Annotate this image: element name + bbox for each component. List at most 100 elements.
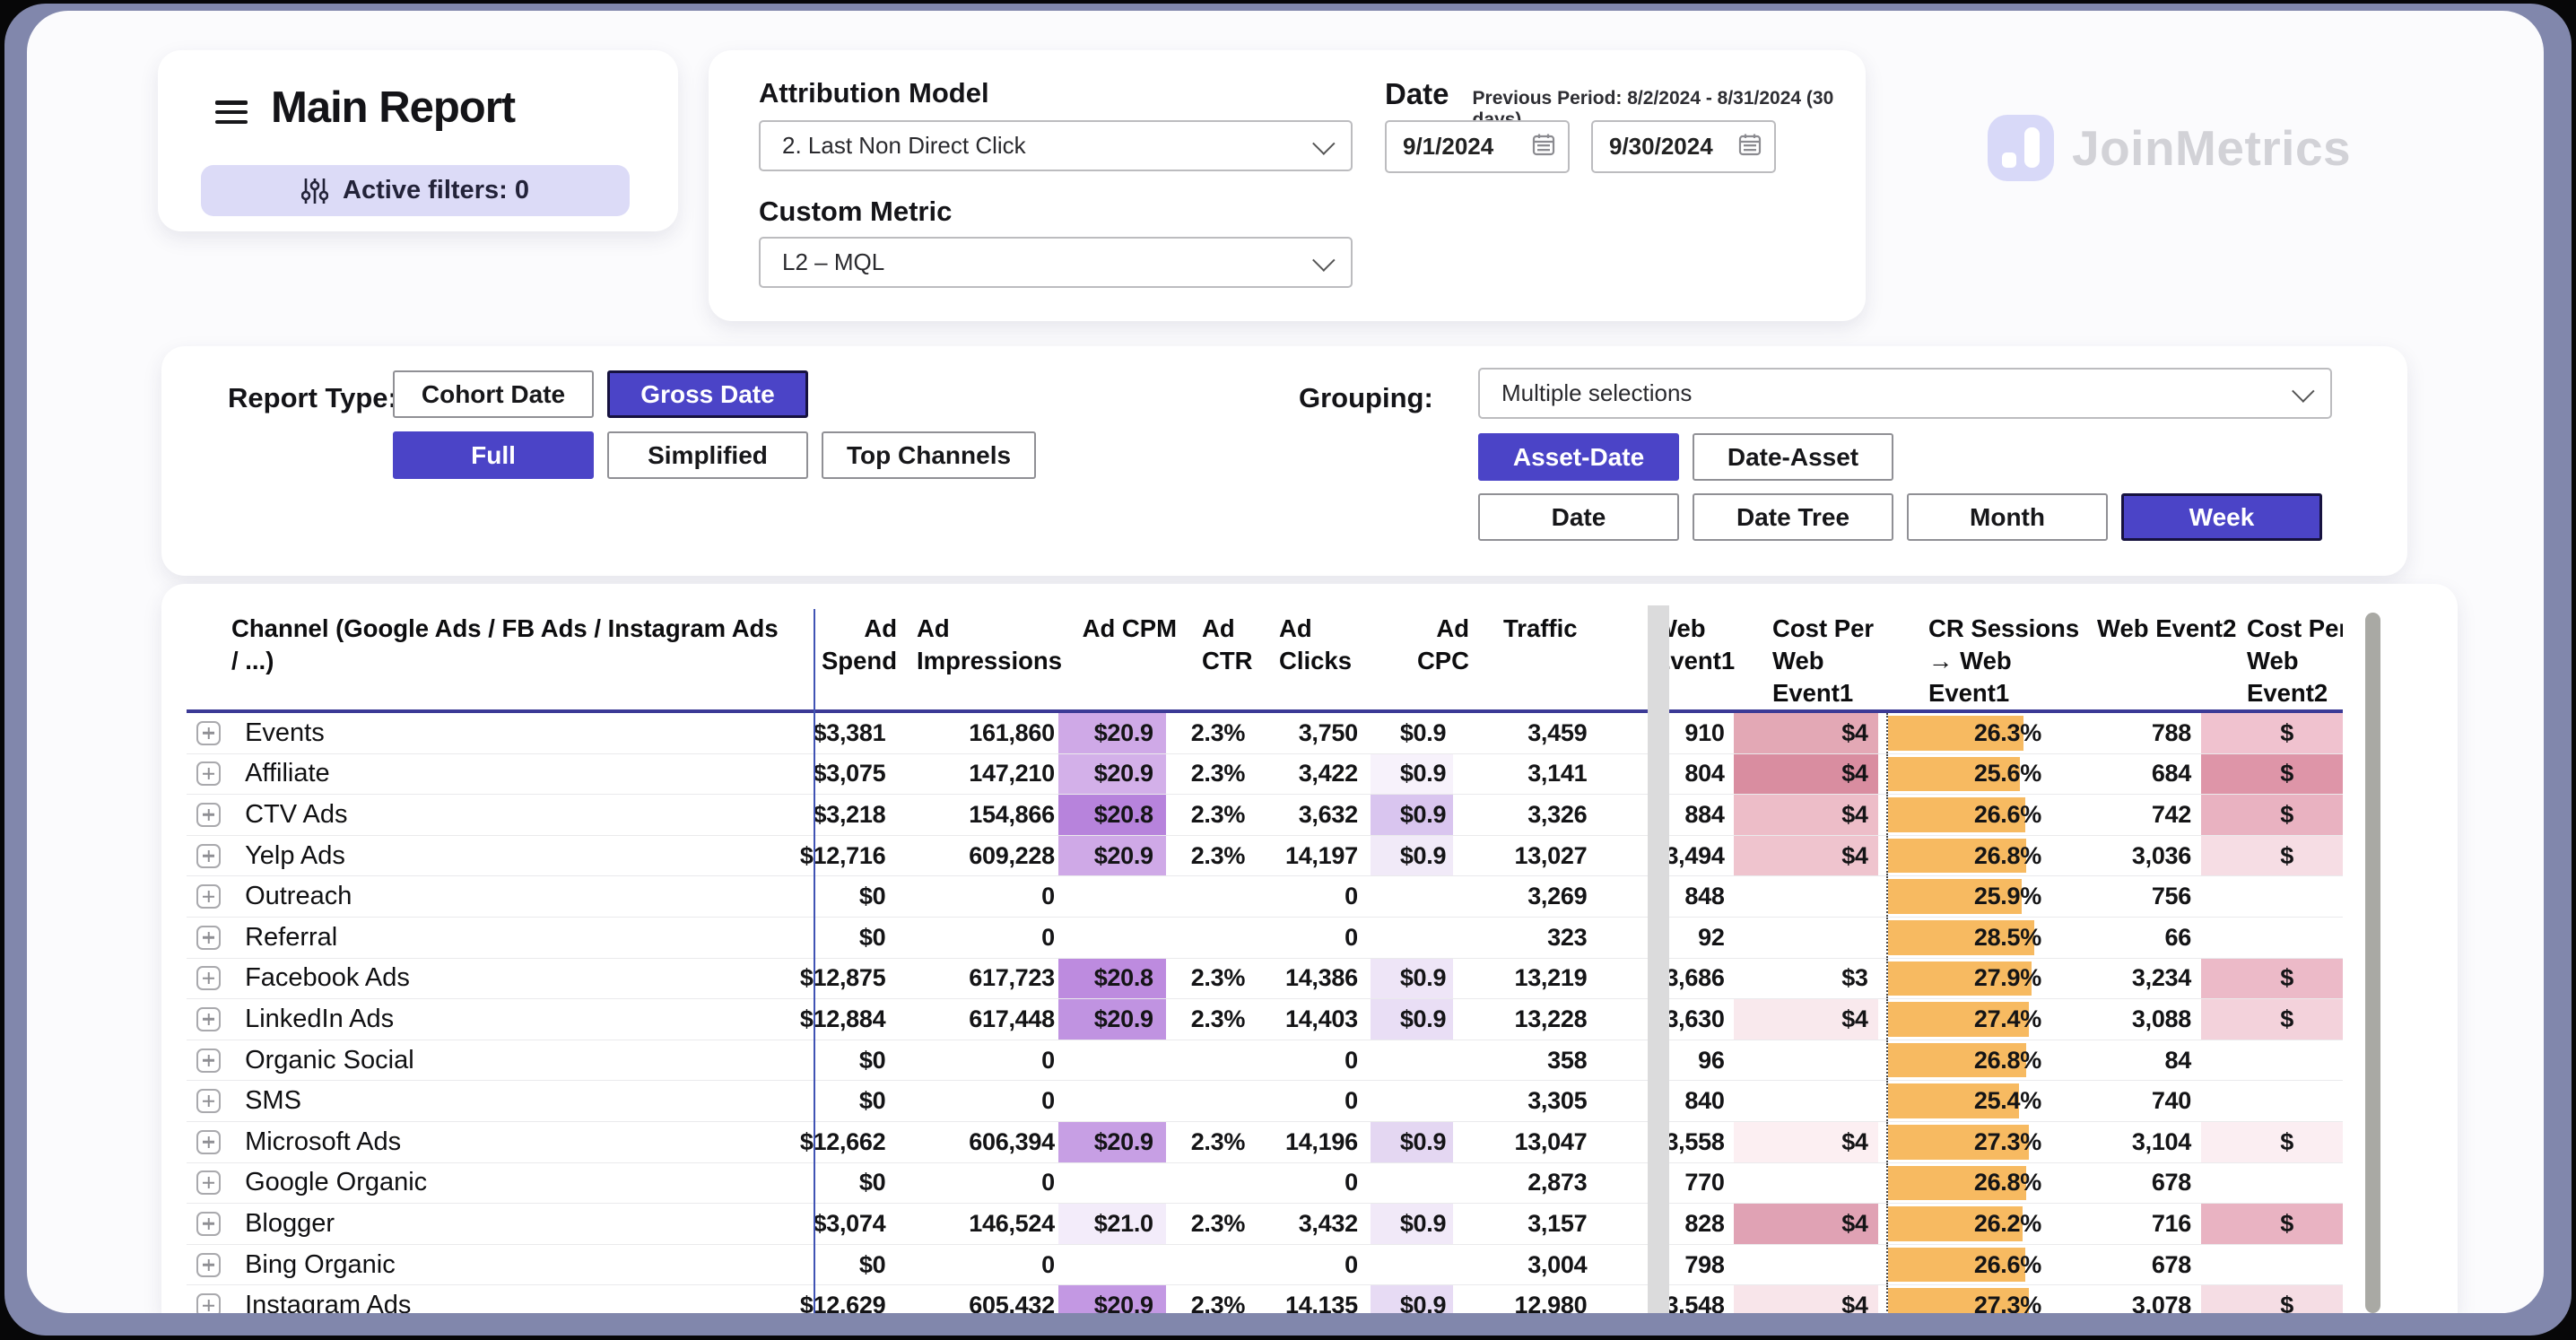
cell-cr-sessions-web-event1: 26.8% [1886,836,2053,876]
cell-web-event1: 3,686 [1617,959,1734,999]
cell-ad-cpm [1058,1163,1166,1204]
cell-cost-per-web-event2: $ [2201,713,2343,753]
active-filters-badge[interactable]: Active filters: 0 [201,165,630,216]
cell-ad-clicks: 14,135 [1252,1285,1371,1313]
date-from-input[interactable]: 9/1/2024 [1385,120,1570,173]
frozen-column-divider [814,609,815,1313]
column-header-9[interactable] [1622,611,1643,613]
cell-ad-cpm [1058,1245,1166,1285]
expand-row-button[interactable] [196,803,221,827]
report-header-card: Main Report Active filters: 0 [158,50,678,231]
column-header-14[interactable]: Web Event2 [2088,611,2238,645]
cell-cost-per-web-event2 [2201,876,2343,917]
expand-row-button[interactable] [196,884,221,909]
column-header-13[interactable]: CR Sessions → Web Event1 [1918,611,2088,709]
grouping-button-month[interactable]: Month [1907,493,2108,541]
cell-traffic: 2,873 [1453,1163,1596,1204]
cell-channel: LinkedIn Ads [231,999,777,1040]
cell-ad-clicks: 3,422 [1252,754,1371,795]
table-row: Outreach$0003,26984825.9%756 [187,876,2343,918]
column-header-11[interactable]: Cost Per Web Event1 [1762,611,1909,709]
cell-ad-cpc: $0.9 [1371,1285,1453,1313]
expand-row-button[interactable] [196,1007,221,1031]
grouping-select[interactable]: Multiple selections [1478,368,2332,419]
date-to-value: 9/30/2024 [1609,133,1713,161]
cell-channel: SMS [231,1081,777,1121]
report-type-button-full[interactable]: Full [393,431,594,479]
expand-row-button[interactable] [196,1130,221,1154]
report-type-button-cohort-date[interactable]: Cohort Date [393,370,594,418]
column-header-3[interactable]: Ad Impressions [904,611,1075,677]
cell-cost-per-web-event1: $4 [1734,713,1878,753]
column-header-7[interactable]: Ad CPC [1392,611,1476,677]
cell-spacer [1596,1040,1617,1081]
cell-ad-spend: $0 [777,876,892,917]
report-type-button-gross-date[interactable]: Gross Date [607,370,808,418]
cell-ad-clicks: 0 [1252,1245,1371,1285]
expand-row-button[interactable] [196,1212,221,1236]
grouping-button-date-tree[interactable]: Date Tree [1693,493,1893,541]
cell-ad-cpc [1371,1163,1453,1204]
attribution-model-select[interactable]: 2. Last Non Direct Click [759,120,1353,171]
cell-cost-per-web-event2: $ [2201,1122,2343,1162]
expand-cell [187,1040,231,1081]
column-header-8[interactable]: Traffic [1476,611,1622,645]
expand-row-button[interactable] [196,761,221,786]
cell-ad-impressions: 0 [891,1040,1057,1081]
column-header-2[interactable]: Ad Spend [788,611,904,677]
expand-row-button[interactable] [196,1293,221,1313]
menu-icon[interactable] [215,100,248,124]
table-row: Organic Social$0003589626.8%84 [187,1040,2343,1082]
cell-spacer [1596,754,1617,795]
column-header-6[interactable]: Ad Clicks [1272,611,1392,677]
expand-row-button[interactable] [196,1089,221,1113]
cell-traffic: 3,305 [1453,1081,1596,1121]
expand-row-button[interactable] [196,721,221,745]
cell-ad-impressions: 606,394 [891,1122,1057,1162]
expand-row-button[interactable] [196,844,221,868]
custom-metric-select[interactable]: L2 – MQL [759,237,1353,288]
cell-ad-spend: $0 [777,1040,892,1081]
pane-splitter[interactable] [1648,605,1669,1313]
column-header-5[interactable]: Ad CTR [1184,611,1272,677]
cell-spacer [1596,1204,1617,1244]
grouping-button-date[interactable]: Date [1478,493,1679,541]
cell-web-event2: 678 [2054,1163,2201,1204]
column-header-15[interactable]: Cost Per Web Event2 [2238,611,2343,709]
cell-cost-per-web-event1 [1734,1245,1878,1285]
vertical-scrollbar[interactable] [2365,613,2380,1313]
column-header-1[interactable]: Channel (Google Ads / FB Ads / Instagram… [231,611,788,677]
cell-ad-clicks: 14,196 [1252,1122,1371,1162]
column-header-0[interactable] [187,611,231,613]
cell-ad-clicks: 0 [1252,918,1371,958]
expand-row-button[interactable] [196,1170,221,1195]
report-type-row-1: Cohort Date Gross Date [393,370,808,418]
calendar-icon[interactable] [1532,133,1555,161]
cell-cost-per-web-event2 [2201,918,2343,958]
report-type-button-simplified[interactable]: Simplified [607,431,808,479]
grouping-button-date-asset[interactable]: Date-Asset [1693,433,1893,481]
table-row: LinkedIn Ads$12,884617,448$20.92.3%14,40… [187,999,2343,1040]
report-type-button-top-channels[interactable]: Top Channels [822,431,1036,479]
cell-channel: Affiliate [231,754,777,795]
cell-ad-cpc [1371,1081,1453,1121]
date-to-input[interactable]: 9/30/2024 [1591,120,1776,173]
expand-row-button[interactable] [196,926,221,950]
calendar-icon[interactable] [1738,133,1762,161]
expand-row-button[interactable] [196,1253,221,1277]
cell-spacer [1596,959,1617,999]
expand-row-button[interactable] [196,1049,221,1073]
report-table-card: Channel (Google Ads / FB Ads / Instagram… [161,584,2458,1313]
column-header-12[interactable] [1909,611,1918,613]
report-type-label: Report Type: [228,382,397,414]
column-header-4[interactable]: Ad CPM [1075,611,1184,645]
grouping-button-asset-date[interactable]: Asset-Date [1478,433,1679,481]
app-page: Main Report Active filters: 0 Attributio… [27,11,2544,1313]
cell-ad-spend: $12,875 [777,959,892,999]
cell-spacer [1878,1245,1887,1285]
grouping-button-week[interactable]: Week [2121,493,2322,541]
cell-ad-spend: $0 [777,1245,892,1285]
cell-traffic: 3,157 [1453,1204,1596,1244]
cell-spacer [1878,836,1887,876]
expand-row-button[interactable] [196,966,221,990]
